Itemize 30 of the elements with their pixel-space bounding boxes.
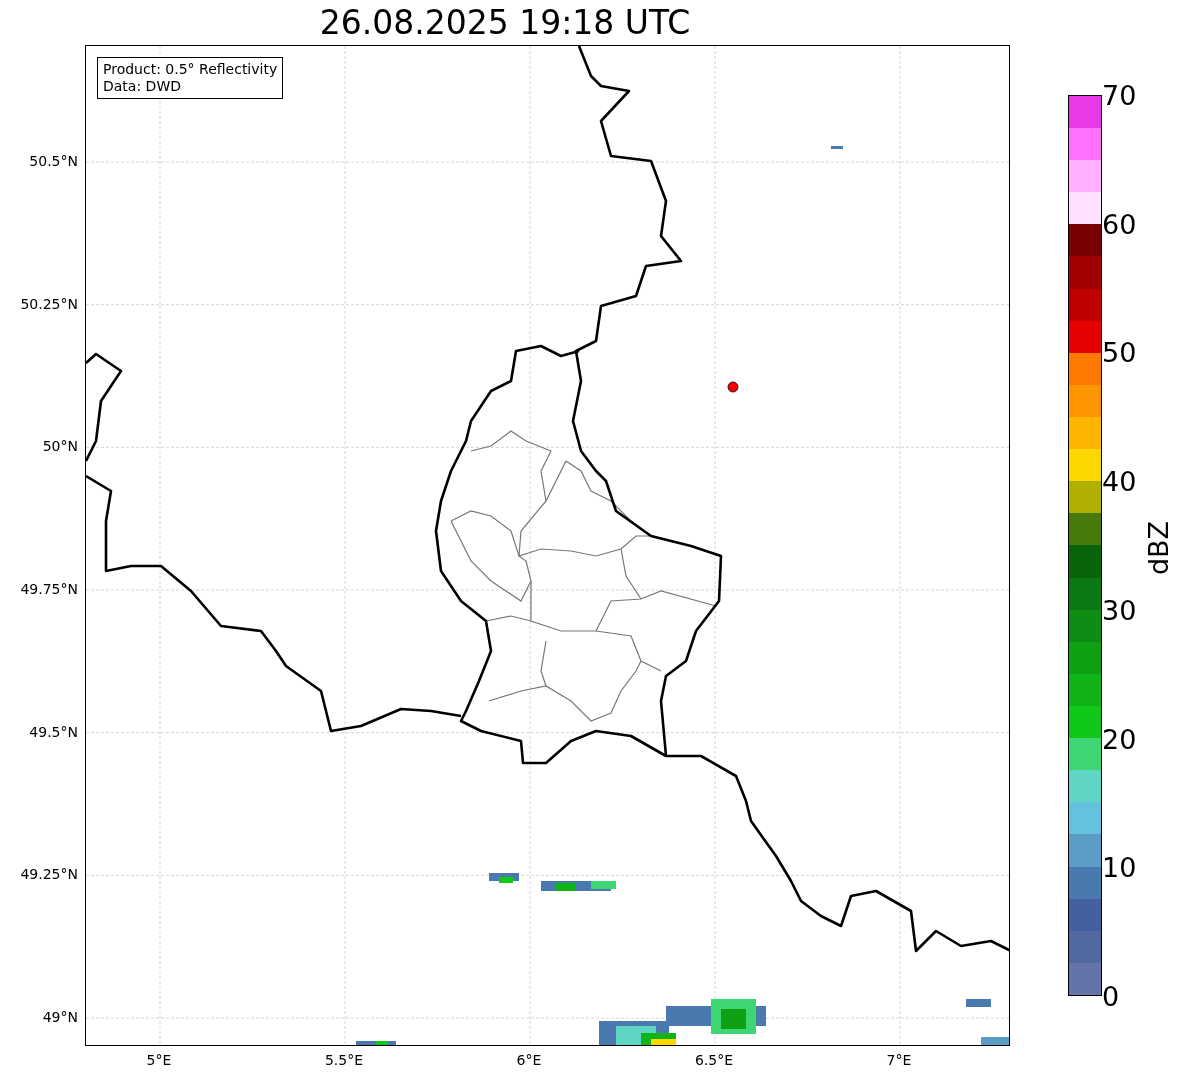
longitude-label: 6°E	[516, 1052, 542, 1068]
colorbar-label: dBZ	[1144, 520, 1172, 576]
latitude-label: 49.75°N	[20, 581, 78, 597]
radar-echo	[966, 999, 991, 1007]
latitude-label: 50°N	[42, 438, 78, 455]
colorbar-tick-label: 70	[1102, 81, 1137, 109]
longitude-label: 7°E	[886, 1052, 912, 1068]
info-text: Product: 0.5° Reflectivity	[103, 61, 278, 78]
chart-title: 26.08.2025 19:18 UTC	[319, 6, 691, 39]
colorbar-tick-label: 60	[1102, 210, 1137, 238]
longitude-label: 6.5°E	[694, 1052, 734, 1068]
longitude-label: 5.5°E	[324, 1052, 364, 1068]
radar-echo	[489, 873, 519, 883]
colorbar-tick-label: 30	[1102, 596, 1137, 624]
latitude-label: 49.5°N	[29, 723, 78, 740]
colorbar-tick-label: 50	[1102, 338, 1137, 366]
latitude-label: 50.25°N	[20, 295, 78, 312]
radar-echo	[981, 1037, 1009, 1045]
info-text: Data: DWD	[103, 78, 182, 95]
latitude-label: 50.5°N	[29, 153, 78, 169]
longitude-label: 5°E	[146, 1052, 172, 1068]
colorbar-tick-label: 40	[1102, 467, 1137, 495]
colorbar-tick-label: 10	[1102, 853, 1137, 881]
latitude-label: 49.25°N	[20, 866, 78, 883]
radar-echo	[831, 146, 843, 149]
colorbar-tick-label: 0	[1102, 982, 1120, 1010]
colorbar-tick-label: 20	[1102, 725, 1137, 753]
latitude-label: 49°N	[42, 1009, 78, 1025]
radar-echo	[356, 1041, 396, 1045]
location-marker	[727, 381, 739, 393]
